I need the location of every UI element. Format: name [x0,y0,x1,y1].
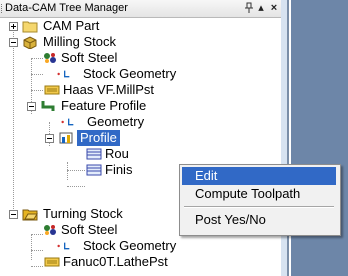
tree-item-label: Milling Stock [43,34,116,49]
stock-geometry-icon [57,242,70,250]
menu-item-post-yes-no[interactable]: Post Yes/No [182,211,336,229]
tree-item-toolpath[interactable]: Finis [0,162,200,178]
dropdown-icon[interactable]: ▴ [255,2,267,15]
tree-item-label: Stock Geometry [83,66,177,81]
tree-item-turning-stock[interactable]: Turning Stock [0,206,200,222]
collapse-toggle[interactable] [9,38,18,47]
expand-toggle[interactable] [9,22,18,31]
drag-grip[interactable] [1,4,4,13]
menu-item-edit[interactable]: Edit [182,167,336,185]
panel-title: Data-CAM Tree Manager [5,2,128,14]
collapse-toggle[interactable] [9,210,18,219]
tree-item-label: Geometry [87,114,145,129]
menu-item-label: Edit [195,168,218,183]
tree-item-label: Fanuc0T.LathePst [63,254,168,269]
operation-icon [59,132,73,144]
tree-item-label: Turning Stock [43,206,123,221]
post-processor-icon [44,85,60,95]
tree-item-material[interactable]: Soft Steel [0,50,200,66]
stock-geometry-icon [57,70,70,78]
tree-item-profile[interactable]: Profile [0,130,200,146]
pin-icon[interactable] [243,2,255,18]
material-icon [44,225,56,235]
tree-item-label: Stock Geometry [83,238,177,253]
menu-item-compute-toolpath[interactable]: Compute Toolpath [182,185,336,203]
tree-item-label: Soft Steel [61,222,118,237]
menu-item-label: Post Yes/No [195,212,266,227]
close-icon[interactable]: × [268,2,280,15]
tree-item-milling-stock[interactable]: Milling Stock [0,34,200,50]
geometry-icon [61,118,74,126]
menu-separator [184,206,334,208]
tree-item-post-processor[interactable]: Haas VF.MillPst [0,82,200,98]
tree-item-label: Rou [105,146,129,161]
collapse-toggle[interactable] [27,102,36,111]
stock-box-icon [22,209,38,221]
stock-box-icon [23,36,37,49]
tree-item-label: Haas VF.MillPst [63,82,155,97]
tree-item-label: Finis [105,162,133,177]
tree-item-material[interactable]: Soft Steel [0,222,200,238]
panel-titlebar[interactable]: Data-CAM Tree Manager ▴ × [0,0,281,18]
tree-item-label: Profile [77,130,120,146]
feature-profile-icon [41,101,55,111]
cam-tree: CAM Part Milling Stock Soft Steel Stock … [0,18,281,276]
toolpath-icon [86,164,102,176]
tree-item-cam-part[interactable]: CAM Part [0,18,200,34]
menu-item-label: Compute Toolpath [195,186,301,201]
tree-item-label: Soft Steel [61,50,118,65]
folder-icon [22,21,38,33]
tree-item-geometry[interactable]: Geometry [0,114,200,130]
tree-item-feature-profile[interactable]: Feature Profile [0,98,200,114]
post-processor-icon [44,257,60,267]
context-menu: Edit Compute Toolpath Post Yes/No [179,164,341,236]
tree-item-toolpath[interactable]: Rou [0,146,200,162]
tree-item-post-processor[interactable]: Fanuc0T.LathePst [0,254,200,270]
collapse-toggle[interactable] [45,134,54,143]
tree-item-label: CAM Part [43,18,100,33]
tree-item-stock-geometry[interactable]: Stock Geometry [0,66,200,82]
tree-item-stock-geometry[interactable]: Stock Geometry [0,238,200,254]
toolpath-icon [86,148,102,160]
tree-item-label: Feature Profile [61,98,147,113]
material-icon [44,53,56,63]
